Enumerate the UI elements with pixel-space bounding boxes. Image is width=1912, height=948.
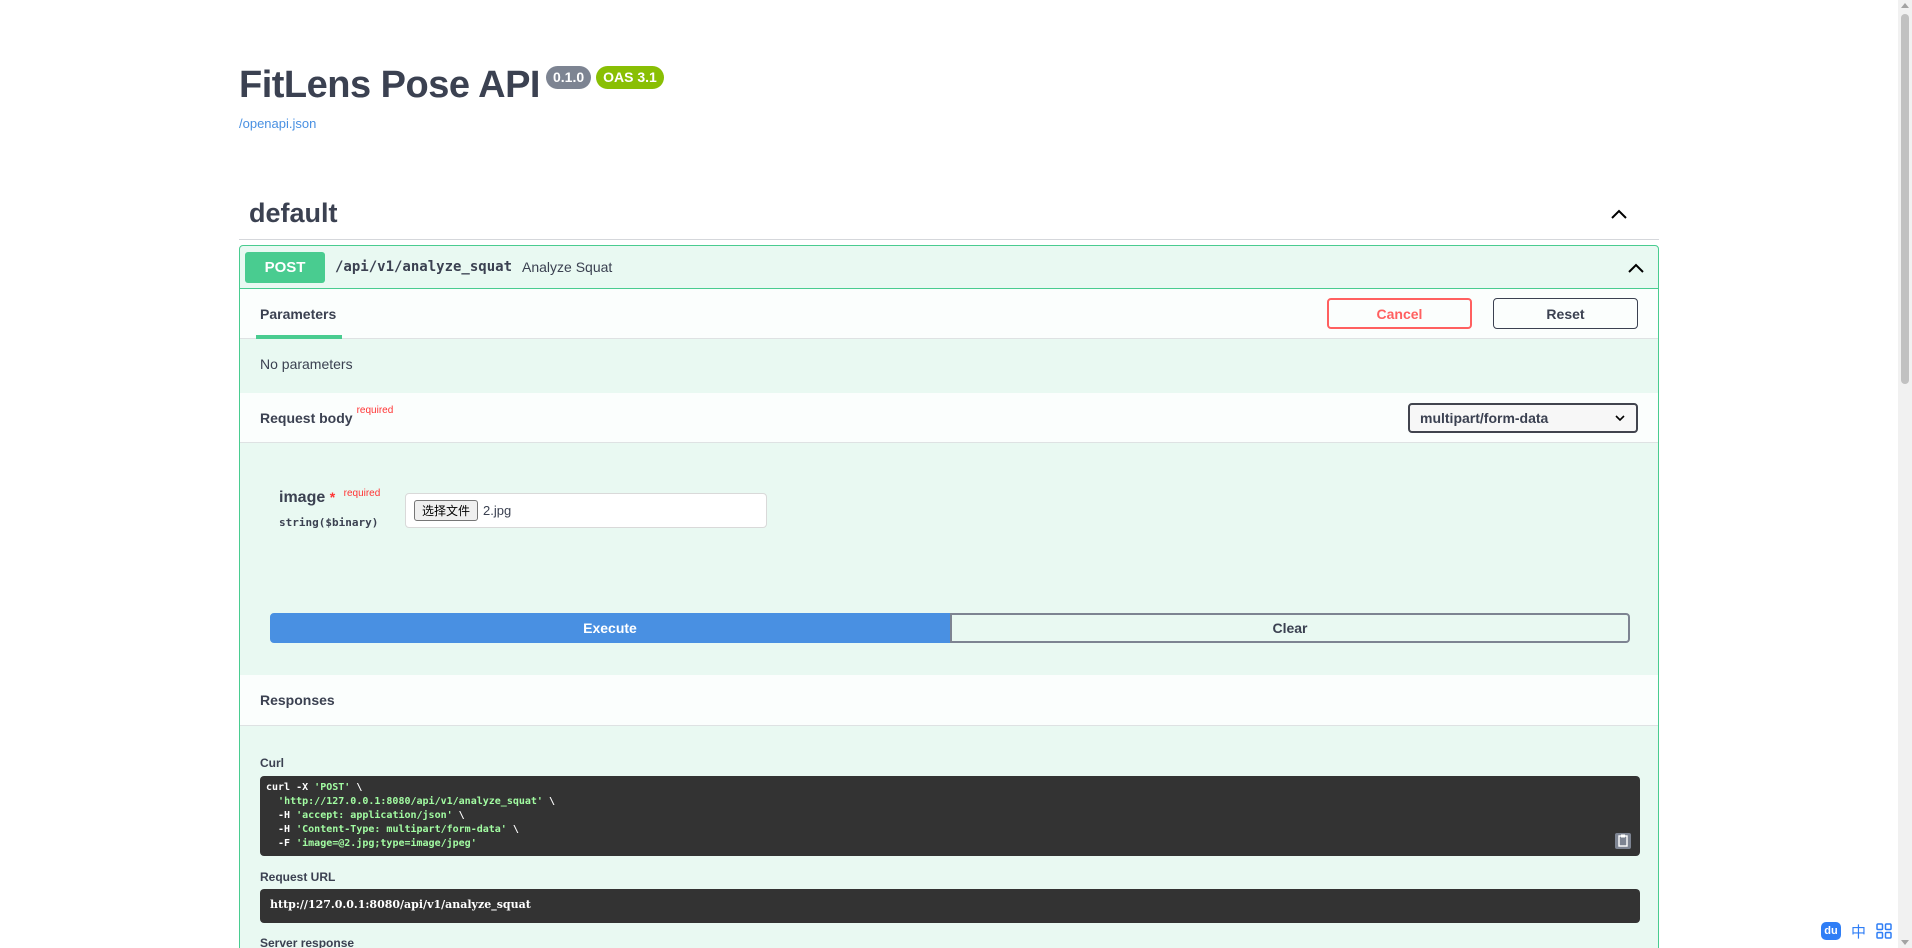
server-response-label: Server response [260, 936, 355, 948]
curl-cmd: -H [266, 810, 297, 821]
title-row: FitLens Pose API 0.1.0 OAS 3.1 [239, 60, 664, 110]
scroll-down-arrow-icon[interactable] [1901, 940, 1909, 945]
version-badge: 0.1.0 [546, 66, 592, 89]
curl-tail: \ [350, 782, 363, 793]
curl-label: Curl [260, 756, 284, 770]
responses-title: Responses [260, 692, 335, 708]
curl-cmd: -F [266, 838, 297, 849]
responses-header: Responses [240, 675, 1658, 726]
file-input[interactable]: 选择文件 2.jpg [405, 493, 767, 528]
scrollbar-thumb[interactable] [1901, 14, 1909, 384]
request-body-required-label: required [356, 405, 394, 416]
curl-string: 'image=@2.jpg;type=image/jpeg' [296, 838, 477, 849]
tag-name: default [249, 198, 338, 228]
param-required-label: required [343, 488, 381, 499]
curl-cmd [266, 796, 278, 807]
reset-button[interactable]: Reset [1493, 298, 1638, 329]
curl-string: 'Content-Type: multipart/form-data' [296, 824, 507, 835]
swagger-page: FitLens Pose API 0.1.0 OAS 3.1 /openapi.… [0, 0, 1912, 948]
curl-string: 'http://127.0.0.1:8080/api/v1/analyze_sq… [278, 796, 543, 807]
curl-string: 'POST' [314, 782, 351, 793]
chevron-up-icon[interactable] [1626, 258, 1646, 278]
execute-wrapper: Execute Clear [270, 613, 1630, 643]
curl-line: -F 'image=@2.jpg;type=image/jpeg' [266, 837, 1634, 851]
request-body-content: image * required string($binary) 选择文件 2.… [240, 443, 1658, 675]
curl-line: 'http://127.0.0.1:8080/api/v1/analyze_sq… [266, 795, 1634, 809]
operation-summary-text: Analyze Squat [522, 259, 613, 275]
ime-language-toggle[interactable]: 中 [1851, 921, 1866, 942]
request-body-header: Request body required multipart/form-dat… [240, 393, 1658, 443]
curl-string: 'accept: application/json' [296, 810, 453, 821]
param-name: image * required [279, 488, 381, 507]
ime-toolbar: du 中 [1814, 918, 1898, 944]
curl-line: -H 'accept: application/json' \ [266, 809, 1634, 823]
parameters-header: Parameters Cancel Reset [240, 289, 1658, 339]
choose-file-button[interactable]: 选择文件 [414, 500, 479, 521]
curl-line: curl -X 'POST' \ [266, 781, 1634, 795]
vertical-scrollbar[interactable] [1898, 0, 1912, 948]
tab-parameters[interactable]: Parameters [255, 289, 343, 339]
grid-icon[interactable] [1876, 923, 1892, 939]
cancel-button[interactable]: Cancel [1327, 298, 1472, 329]
curl-cmd: curl -X [266, 782, 315, 793]
openapi-json-link[interactable]: /openapi.json [239, 116, 664, 131]
required-star: * [329, 489, 336, 505]
param-name-text: image [279, 489, 326, 506]
execute-button[interactable]: Execute [270, 613, 950, 643]
baidu-ime-icon[interactable]: du [1820, 922, 1841, 940]
curl-cmd: -H [266, 824, 297, 835]
no-parameters-text: No parameters [260, 356, 353, 372]
clear-button[interactable]: Clear [950, 613, 1630, 643]
selected-file-name: 2.jpg [483, 503, 512, 518]
curl-tail: \ [542, 796, 555, 807]
operation-summary[interactable]: POST /api/v1/analyze_squat Analyze Squat [240, 246, 1658, 289]
scroll-up-arrow-icon[interactable] [1901, 3, 1909, 8]
method-badge: POST [245, 251, 325, 283]
chevron-down-icon [1615, 415, 1625, 422]
api-info: FitLens Pose API 0.1.0 OAS 3.1 /openapi.… [239, 60, 664, 131]
curl-command[interactable]: curl -X 'POST' \ 'http://127.0.0.1:8080/… [260, 776, 1640, 856]
operation-path: /api/v1/analyze_squat [335, 259, 513, 275]
tag-section-header[interactable]: default [239, 190, 1659, 240]
content-type-select[interactable]: multipart/form-data [1408, 403, 1638, 433]
copy-to-clipboard-icon[interactable] [1614, 832, 1632, 850]
operation-block: POST /api/v1/analyze_squat Analyze Squat… [239, 245, 1659, 948]
curl-tail: \ [506, 824, 519, 835]
oas-badge: OAS 3.1 [596, 66, 664, 89]
request-body-title: Request body [260, 409, 353, 426]
request-url-value: http://127.0.0.1:8080/api/v1/analyze_squ… [260, 889, 1640, 923]
api-title: FitLens Pose API [239, 64, 541, 106]
request-url-label: Request URL [260, 870, 336, 884]
chevron-up-icon[interactable] [1609, 204, 1629, 224]
param-type: string($binary) [279, 516, 379, 529]
content-type-value: multipart/form-data [1420, 410, 1549, 426]
curl-tail: \ [452, 810, 465, 821]
curl-line: -H 'Content-Type: multipart/form-data' \ [266, 823, 1634, 837]
